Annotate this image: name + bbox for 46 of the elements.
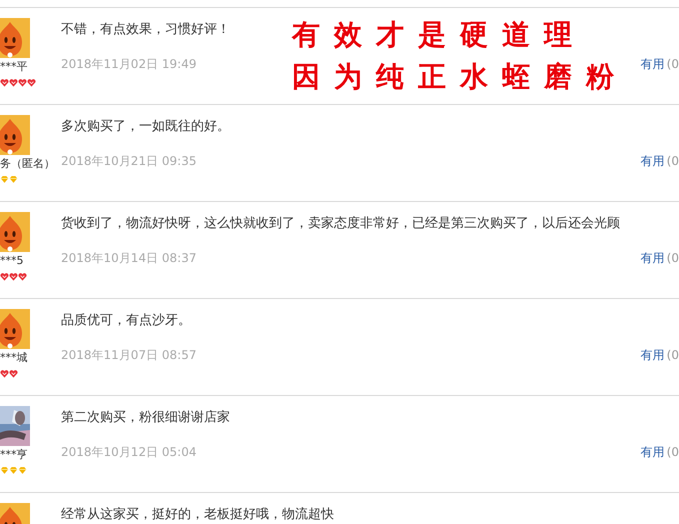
diamond-rank-icon bbox=[9, 175, 18, 184]
user-name: ***城 bbox=[0, 350, 28, 365]
heart-rank-icon bbox=[27, 78, 36, 87]
mascot-avatar-icon bbox=[0, 212, 30, 252]
user-name: 务（匿名） bbox=[0, 156, 55, 171]
mascot-avatar-icon bbox=[0, 18, 30, 58]
diamond-rank-icon bbox=[18, 466, 27, 475]
diamond-rank-icon bbox=[0, 175, 9, 184]
heart-rank-icon bbox=[0, 369, 9, 378]
review-text: 货收到了，物流好快呀，这么快就收到了，卖家态度非常好，已经是第三次购买了，以后还会光顾 bbox=[61, 215, 620, 233]
useful-count: (0 bbox=[666, 348, 679, 362]
user-name: ***平 bbox=[0, 59, 28, 74]
useful-count: (0 bbox=[666, 57, 679, 71]
review-date: 2018年11月02日 19:49 bbox=[61, 56, 196, 73]
user-name: ***亨 bbox=[0, 447, 28, 462]
heart-rank-icon bbox=[9, 272, 18, 281]
heart-rank-icon bbox=[9, 78, 18, 87]
heart-rank-icon bbox=[18, 272, 27, 281]
diamond-rank-icon bbox=[9, 466, 18, 475]
useful-count: (0 bbox=[666, 154, 679, 168]
useful-count: (0 bbox=[666, 251, 679, 265]
useful-link[interactable]: 有用 bbox=[640, 57, 665, 71]
mascot-avatar-icon bbox=[0, 115, 30, 155]
useful-link[interactable]: 有用 bbox=[640, 154, 665, 168]
review-text: 第二次购买，粉很细谢谢店家 bbox=[61, 409, 230, 427]
review-date: 2018年11月07日 08:57 bbox=[61, 347, 196, 364]
mascot-avatar-icon bbox=[0, 309, 30, 349]
heart-rank-icon bbox=[18, 78, 27, 87]
promo-slogan: 因为纯正水蛭磨粉 bbox=[292, 59, 628, 95]
heart-rank-icon bbox=[0, 78, 9, 87]
review-text: 经常从这家买，挺好的，老板挺好哦，物流超快 bbox=[61, 506, 334, 524]
useful-count: (0 bbox=[666, 445, 679, 459]
review-text: 品质优可，有点沙牙。 bbox=[61, 312, 191, 330]
review-date: 2018年10月14日 08:37 bbox=[61, 250, 196, 267]
heart-rank-icon bbox=[0, 272, 9, 281]
review-text: 不错，有点效果，习惯好评！ bbox=[61, 21, 230, 39]
review-text: 多次购买了，一如既往的好。 bbox=[61, 118, 230, 136]
diamond-rank-icon bbox=[0, 466, 9, 475]
useful-link[interactable]: 有用 bbox=[640, 348, 665, 362]
heart-rank-icon bbox=[9, 369, 18, 378]
useful-link[interactable]: 有用 bbox=[640, 445, 665, 459]
review-date: 2018年10月21日 09:35 bbox=[61, 153, 196, 170]
review-date: 2018年10月12日 05:04 bbox=[61, 444, 196, 461]
user-name: ***5 bbox=[0, 253, 24, 268]
promo-slogan: 有效才是硬道理 bbox=[292, 17, 586, 53]
useful-link[interactable]: 有用 bbox=[640, 251, 665, 265]
